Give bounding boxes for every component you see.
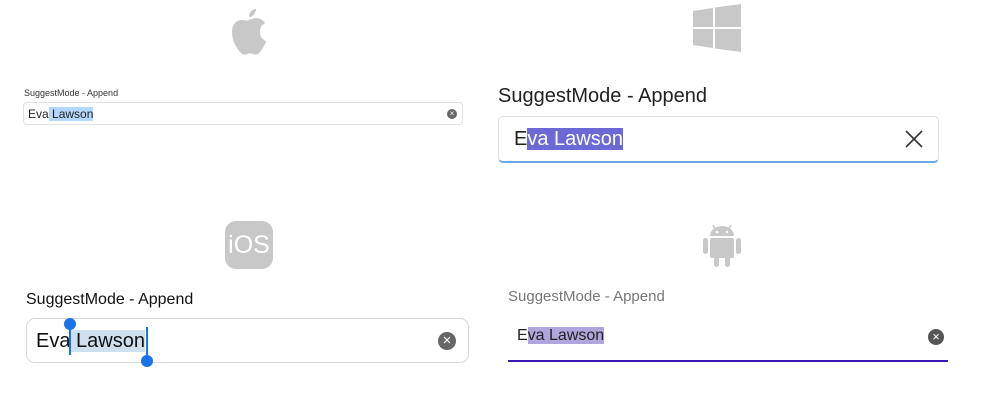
selection-start-handle[interactable] bbox=[64, 318, 76, 355]
apple-logo-icon bbox=[224, 5, 270, 55]
clear-circle-icon[interactable]: × bbox=[438, 332, 456, 350]
typed-text: E bbox=[517, 327, 528, 344]
clear-circle-icon[interactable]: × bbox=[928, 329, 944, 345]
ios-entry[interactable]: Eva Lawson × bbox=[26, 318, 469, 367]
windows-logo-icon bbox=[693, 4, 741, 52]
selection-end-handle[interactable] bbox=[141, 327, 153, 367]
field-label: SuggestMode - Append bbox=[498, 85, 708, 107]
suggested-text: Lawson bbox=[70, 330, 145, 352]
field-label: SuggestMode - Append bbox=[24, 88, 119, 98]
field-label: SuggestMode - Append bbox=[508, 288, 665, 305]
typed-text: Eva bbox=[28, 107, 49, 121]
android-entry[interactable]: Eva Lawson × bbox=[508, 318, 948, 362]
typed-text: E bbox=[514, 128, 528, 150]
clear-circle-icon[interactable]: × bbox=[447, 109, 457, 119]
close-x-icon[interactable] bbox=[904, 129, 924, 149]
suggested-text: Lawson bbox=[48, 107, 94, 121]
windows-entry[interactable]: Eva Lawson bbox=[498, 116, 939, 163]
macos-entry[interactable]: Eva Lawson × bbox=[23, 102, 463, 125]
suggested-text: va Lawson bbox=[527, 128, 623, 150]
suggested-text: va Lawson bbox=[527, 327, 605, 344]
field-label: SuggestMode - Append bbox=[26, 291, 194, 308]
typed-text: Eva bbox=[36, 330, 71, 352]
android-logo-icon bbox=[702, 220, 742, 268]
ios-logo-icon: iOS bbox=[225, 221, 273, 269]
